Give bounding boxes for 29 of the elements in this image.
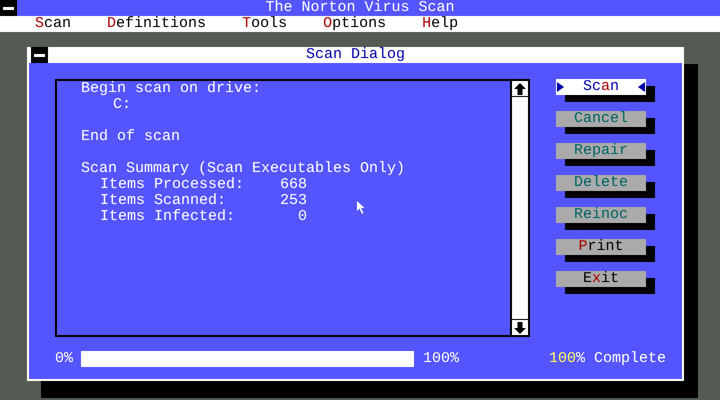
menu-item[interactable]: Help	[422, 16, 458, 32]
menu-item[interactable]: Tools	[242, 16, 288, 32]
scrollbar[interactable]	[510, 81, 528, 335]
stat-label: Items Scanned:	[100, 193, 226, 209]
dialog-button[interactable]: Print	[556, 239, 646, 255]
scroll-up-icon[interactable]	[512, 81, 528, 97]
mouse-pointer-icon	[357, 201, 365, 215]
stat-label: Items Infected:	[100, 209, 236, 225]
menu-item[interactable]: Scan	[35, 16, 72, 32]
menu-item[interactable]: Options	[323, 16, 386, 32]
stat-label: Items Processed:	[100, 177, 244, 193]
dialog-button[interactable]: Exit	[556, 271, 646, 287]
window-title: The Norton Virus Scan	[264, 0, 456, 16]
stat-value: 0	[298, 209, 307, 225]
progress-min-label: 0%	[55, 351, 74, 367]
log-line: C:	[112, 97, 132, 113]
window-menu-icon[interactable]	[0, 0, 17, 16]
stat-value: 668	[280, 177, 307, 193]
log-heading: Begin scan on drive:	[81, 81, 262, 97]
scroll-down-icon[interactable]	[512, 319, 528, 335]
dialog-menu-icon[interactable]	[31, 47, 48, 63]
dialog-button[interactable]: Scan	[556, 79, 646, 95]
dialog-title: Scan Dialog	[304, 47, 406, 63]
log-heading: End of scan	[81, 129, 182, 145]
stat-value: 253	[280, 193, 307, 209]
log-heading: Scan Summary (Scan Executables Only)	[81, 161, 406, 177]
menu-item[interactable]: Definitions	[107, 16, 206, 32]
progress-max-label: 100%	[423, 351, 460, 367]
progress-status: 100% Complete	[549, 351, 666, 367]
